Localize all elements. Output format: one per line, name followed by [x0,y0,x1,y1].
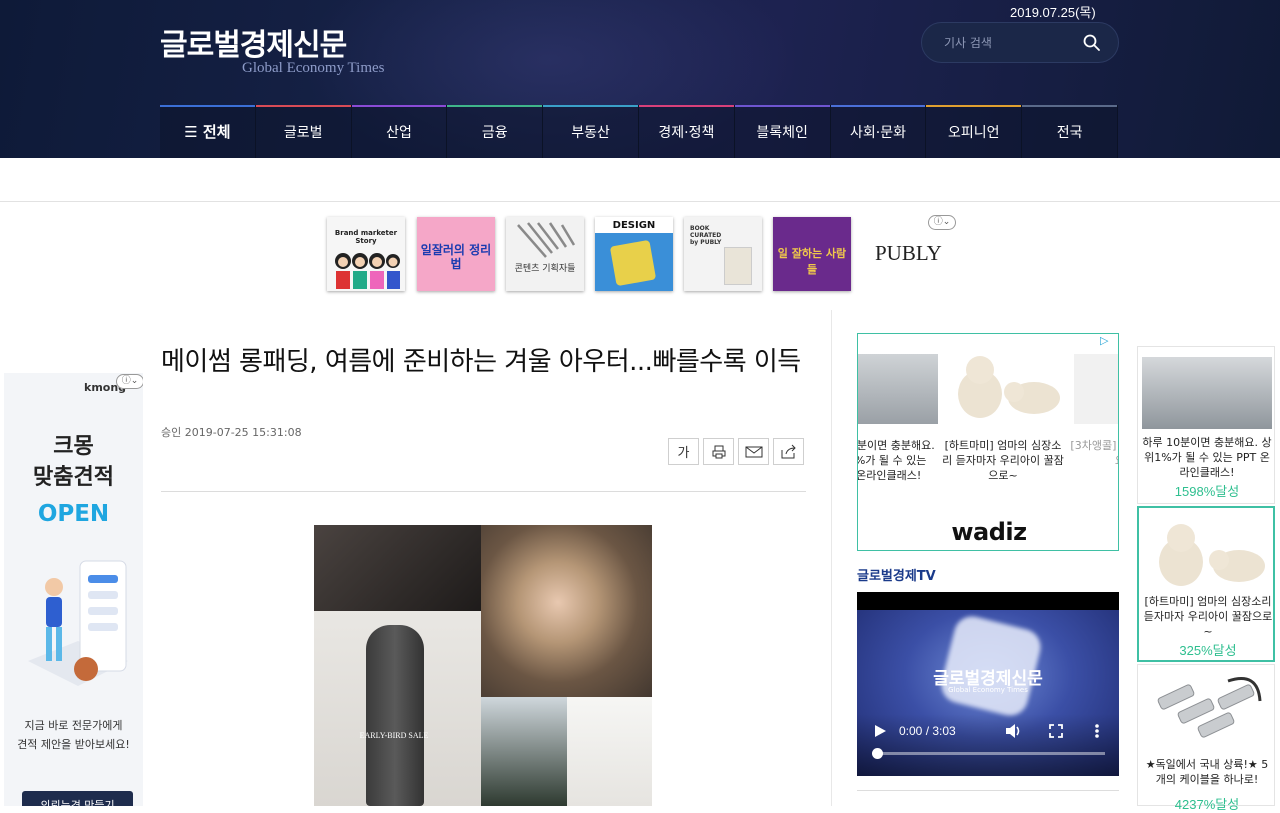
design-sticker [609,239,657,287]
expert-illustration-icon [28,560,128,686]
print-icon [712,445,725,458]
laptop-photo [1142,357,1272,429]
video-player[interactable]: 글로벌경제신문 Global Economy Times 0:00 / 3:03 [857,592,1119,776]
site-logo[interactable]: 글로벌경제신문 [160,20,347,64]
ad-info-icon[interactable]: ⓘ⌄ [116,374,143,389]
video-progress-handle[interactable] [872,748,883,759]
share-icon [781,444,796,458]
book-cover [724,247,752,285]
photo-panel [481,697,567,806]
ad-info-icon[interactable]: ⓘ⌄ [928,215,956,230]
sale-label: EARLY-BIRD SALE [359,731,429,740]
ad-description: 지금 바로 전문가에게 견적 제안을 받아보세요! [17,719,130,751]
wadiz-ad-box[interactable]: ▷ 하루 10분이면 충분해요. 상위1%가 될 수 있는 PPT 온라인클래스… [857,333,1119,551]
video-controls [857,714,1119,776]
far-right-ad[interactable]: ▷ 하루 10분이면 충분해요. 상위1%가 될 수 있는 PPT 온라인클래스… [1136,346,1276,812]
ad-thumb[interactable]: 콘텐츠 기획자들 [506,217,584,291]
more-options-icon[interactable] [1093,723,1101,739]
pencils-illustration-icon [517,222,576,258]
ad-headline: 크몽 맞춤견적 [33,434,114,490]
video-progress-bar[interactable] [875,752,1105,755]
article-divider [161,491,806,492]
wadiz-logo: wadiz [951,518,1027,546]
left-side-ad[interactable]: kmong ⓘ⌄ 크몽 맞춤견적 OPEN 지금 바로 전문가에게 견적 제안을… [4,373,143,806]
coat-figure [366,625,424,806]
nav-item-opinion[interactable]: 오피니언 [926,105,1023,158]
column-divider [831,310,832,806]
article-image: EARLY-BIRD SALE [314,525,652,806]
ad-open-text: OPEN [37,501,110,527]
ad-divider [0,201,1280,202]
main-nav: ☰ 전체 글로벌 산업 금융 부동산 경제·정책 블록체인 사회·문화 오피니언… [160,105,1118,158]
nav-item-nationwide[interactable]: 전국 [1022,105,1118,158]
wadiz-side-card[interactable]: [하트마미] 엄마의 심장소리 듣자마자 우리아이 꿀잠으로~ 325%달성 [1137,506,1275,662]
lamb-toy-icon [958,356,1060,418]
right-divider [857,790,1119,791]
site-header: 글로벌경제신문 Global Economy Times 2019.07.25(… [0,0,1280,158]
lamb-toy-icon [1159,524,1265,586]
current-date: 2019.07.25(목) [1010,5,1096,20]
ad-brand-publy: PUBLY [875,241,942,265]
wadiz-card[interactable]: [하트마미] 엄마의 심장소리 듣자마자 우리아이 꿀잠으로~ [942,336,1064,514]
wadiz-side-card[interactable]: 하루 10분이면 충분해요. 상위1%가 될 수 있는 PPT 온라인클래스! … [1137,346,1275,504]
volume-icon[interactable] [1005,723,1023,739]
people-illustration-icon [335,253,400,289]
photo-panel: EARLY-BIRD SALE [314,611,481,806]
email-button[interactable] [738,438,769,465]
nav-item-finance[interactable]: 금융 [447,105,544,158]
article-meta: 승인 2019-07-25 15:31:08 [161,426,302,439]
ad-thumb[interactable]: 일 잘하는 사람들 [773,217,851,291]
wadiz-side-card[interactable]: ★독일에서 국내 상륙!★ 5개의 케이블을 하나로! 4237%달성 [1137,664,1275,812]
wadiz-card[interactable]: [3차앵콜] 한정판 특가 세요! 후 [1068,336,1118,514]
font-size-button[interactable]: 가 [668,438,699,465]
nav-item-global[interactable]: 글로벌 [255,105,352,158]
ad-thumb[interactable]: 일잘러의 정리법 [417,217,495,291]
search-input[interactable] [944,34,1074,52]
fullscreen-icon[interactable] [1049,724,1063,738]
play-icon[interactable] [873,724,887,738]
product-photo [1074,354,1118,424]
laptop-photo [858,354,938,424]
video-time: 0:00 / 3:03 [899,724,956,738]
ad-thumb[interactable]: Brand marketer Story [327,217,405,291]
search-box [921,22,1119,63]
ad-cta-button[interactable]: 의뢰는견 만들기 [22,791,133,806]
email-icon [745,446,762,457]
wadiz-card[interactable]: 하루 10분이면 충분해요. 상위1%가 될 수 있는 PPT 온라인클래스! [858,336,938,514]
ad-thumb[interactable]: BOOK CURATED by PUBLY [684,217,762,291]
nav-item-blockchain[interactable]: 블록체인 [734,105,831,158]
nav-item-all[interactable]: ☰ 전체 [160,105,256,158]
video-top-bar [857,592,1119,610]
photo-panel [314,525,481,611]
cable-product-icon [1157,677,1262,738]
share-button[interactable] [773,438,804,465]
nav-item-economy-policy[interactable]: 경제·정책 [638,105,735,158]
article-tools: 가 [668,438,808,465]
video-logo-subtitle: Global Economy Times [948,686,1028,694]
ad-thumb[interactable]: DESIGN [595,217,673,291]
tv-section-title[interactable]: 글로벌경제TV [857,565,936,584]
site-logo-subtitle: Global Economy Times [242,60,385,76]
photo-panel [481,525,652,697]
article-headline: 메이썸 롱패딩, 여름에 준비하는 겨울 아우터...빠를수록 이득 [161,347,801,377]
search-icon[interactable] [1082,33,1102,53]
nav-item-real-estate[interactable]: 부동산 [543,105,639,158]
print-button[interactable] [703,438,734,465]
photo-panel [567,697,652,806]
nav-item-society-culture[interactable]: 사회·문화 [830,105,927,158]
nav-item-industry[interactable]: 산업 [351,105,448,158]
